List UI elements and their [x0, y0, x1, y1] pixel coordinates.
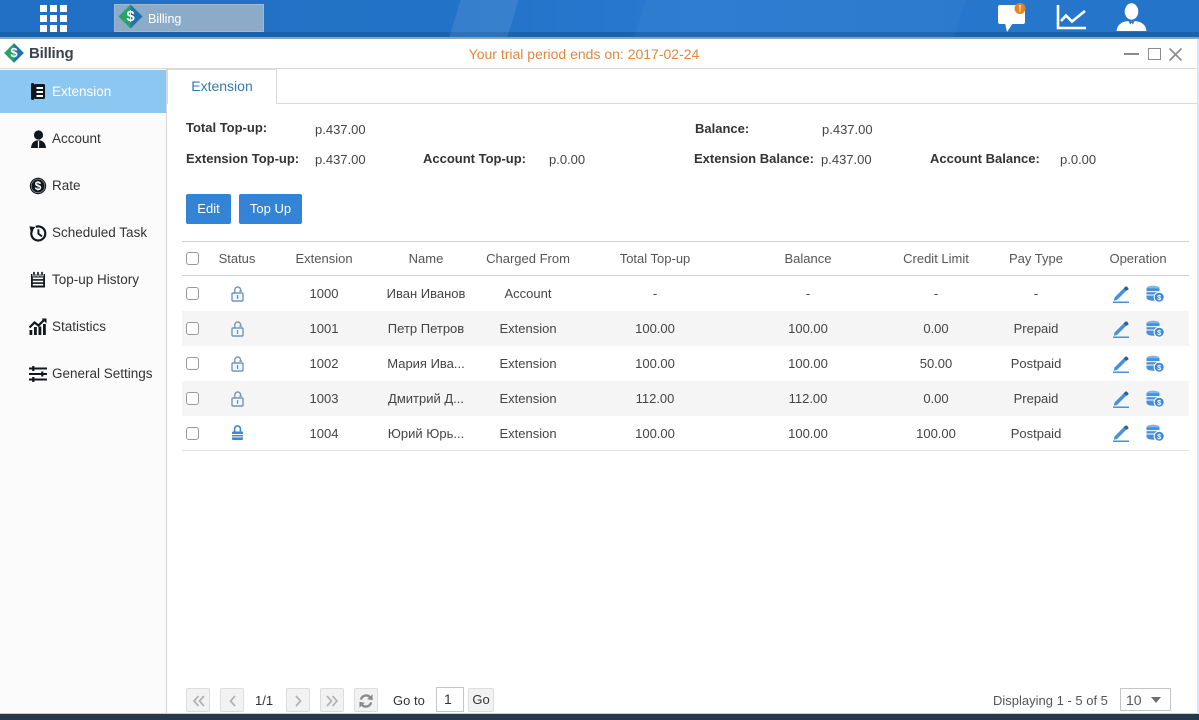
svg-text:$: $ [35, 179, 42, 193]
svg-text:!: ! [1019, 4, 1022, 14]
